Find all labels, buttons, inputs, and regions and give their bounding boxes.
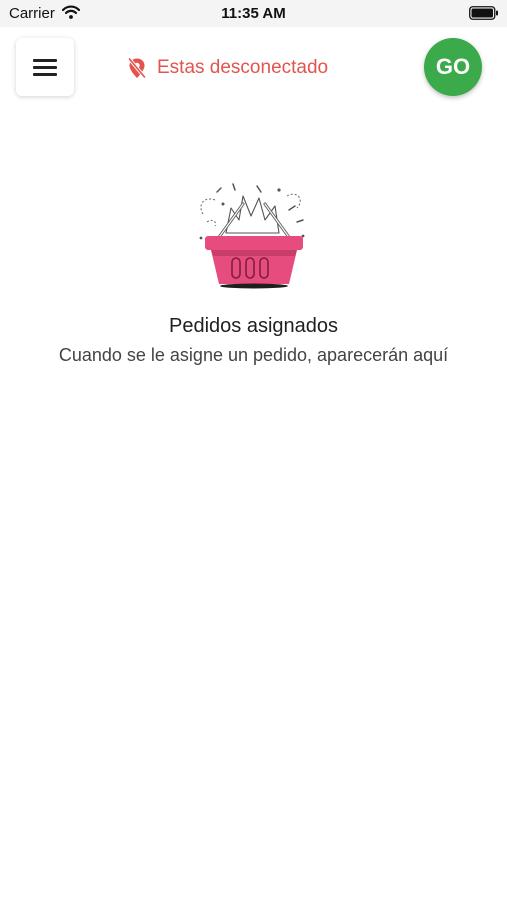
shopping-basket-illustration [199,183,305,289]
hamburger-menu-icon [33,59,57,62]
empty-state-title: Pedidos asignados [168,315,338,337]
menu-button[interactable] [16,38,74,96]
connection-status-text: Estas desconectado [157,57,329,78]
connection-status: Estas desconectado [127,55,328,81]
battery-icon [469,6,498,20]
clock: 11:35 AM [221,5,286,22]
location-off-icon [127,57,147,79]
go-button-label: GO [435,54,471,79]
go-online-button[interactable]: GO [424,38,482,96]
empty-state-description: Cuando se le asigne un pedido, aparecerá… [58,345,449,365]
status-bar: Carrier 11:35 AM [0,0,507,27]
